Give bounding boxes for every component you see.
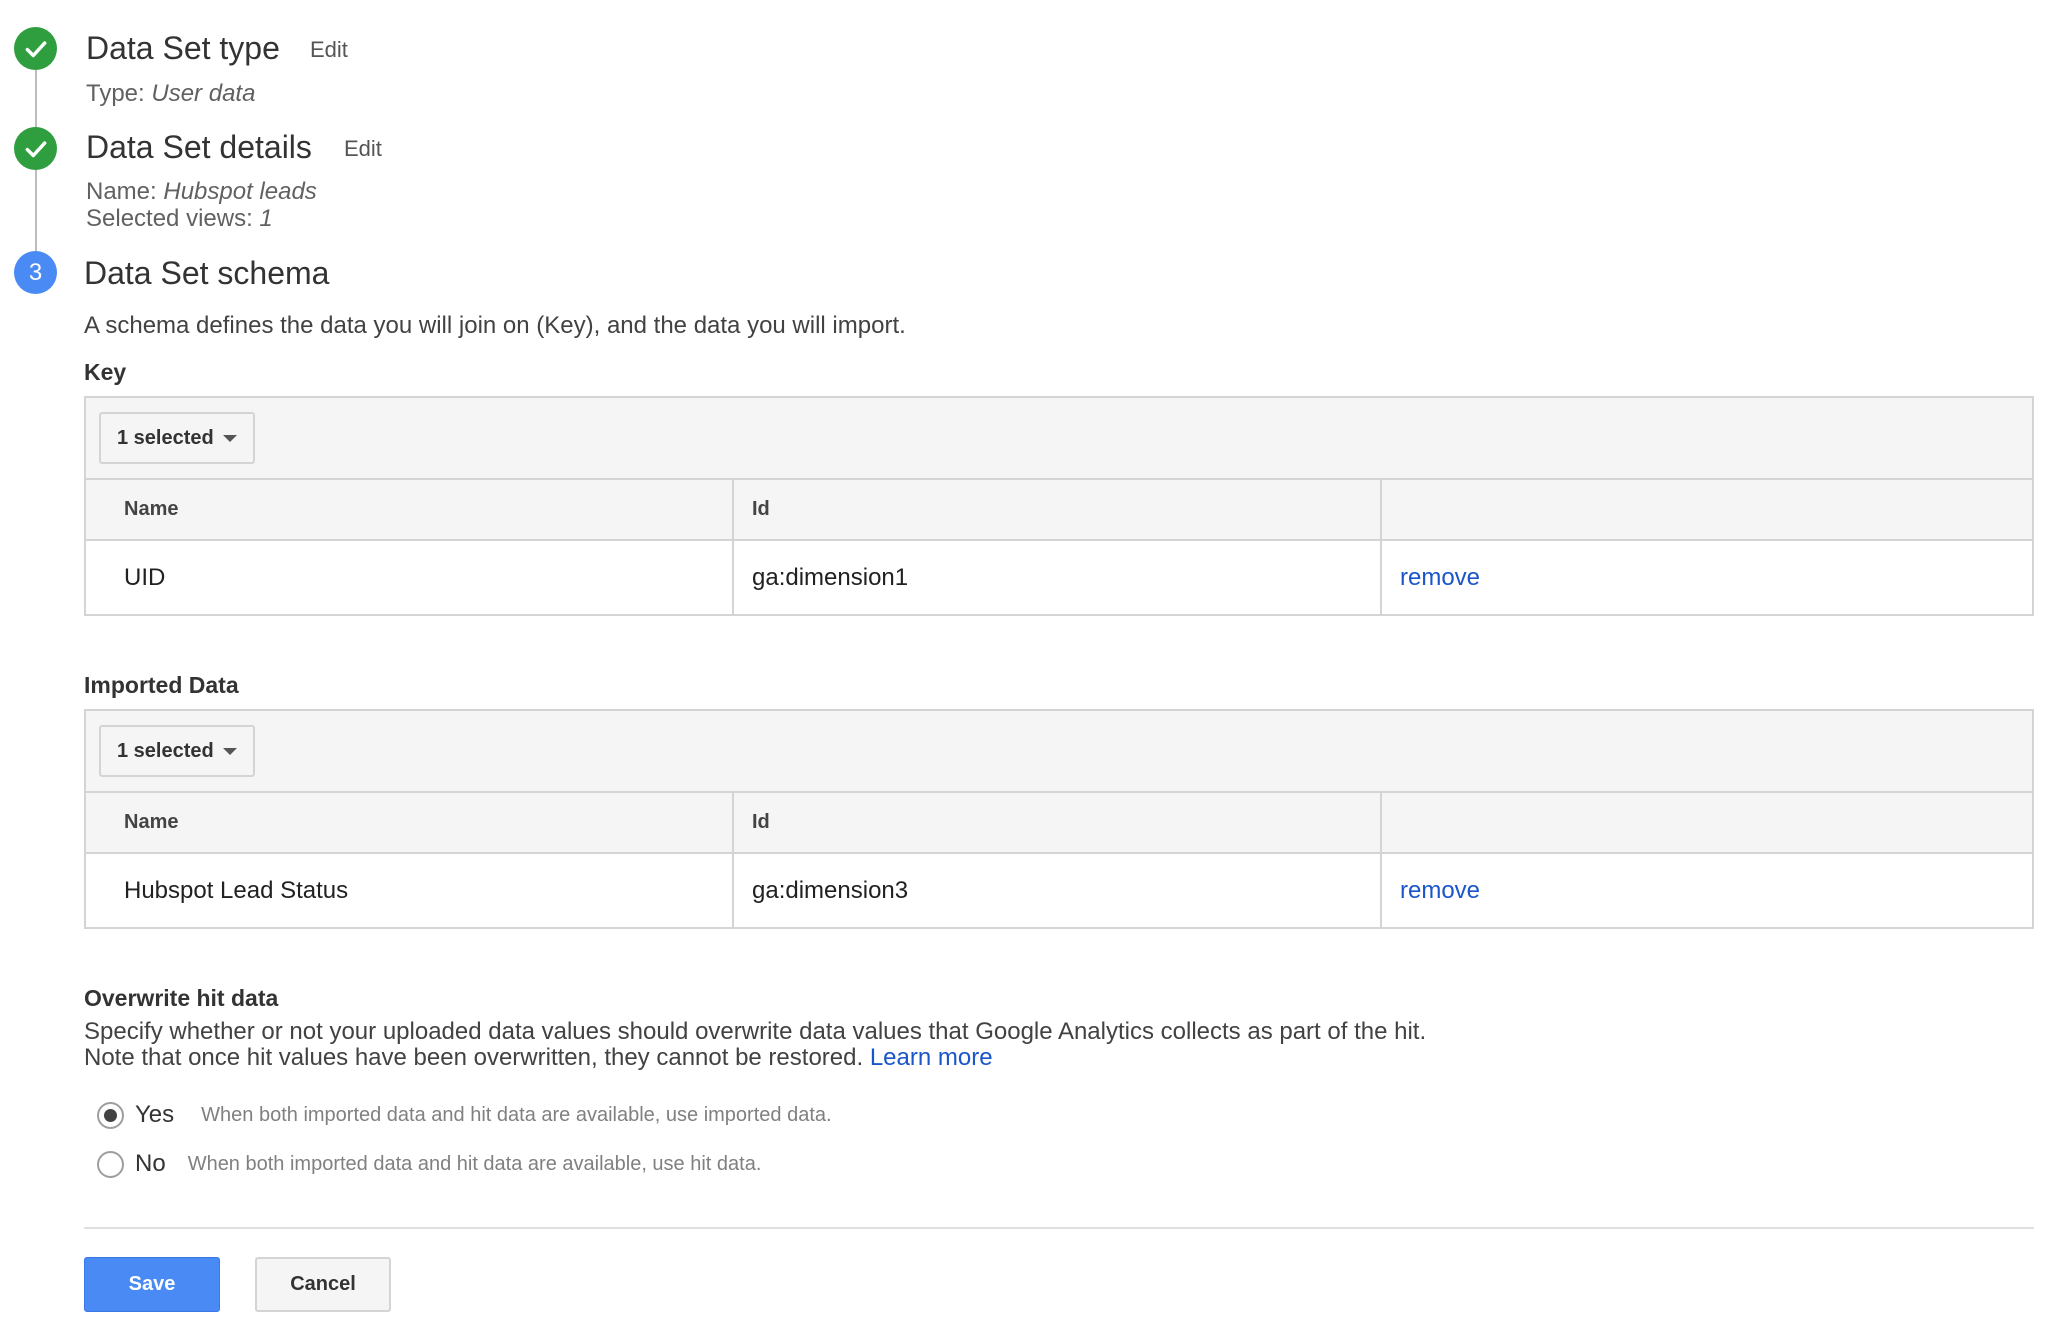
row-action-cell: remove xyxy=(1382,541,2032,614)
overwrite-description: Specify whether or not your uploaded dat… xyxy=(84,1019,1426,1071)
step-complete-icon xyxy=(14,27,57,70)
key-select-dropdown[interactable]: 1 selected xyxy=(99,412,255,464)
step-title-data-set-details: Data Set details xyxy=(86,129,312,165)
save-button[interactable]: Save xyxy=(84,1257,220,1312)
step-complete-icon xyxy=(14,127,57,170)
radio-help-text: When both imported data and hit data are… xyxy=(187,1152,762,1175)
overwrite-option-yes[interactable]: Yes When both imported data and hit data… xyxy=(97,1101,832,1129)
row-action-cell: remove xyxy=(1382,854,2032,927)
overwrite-option-no[interactable]: No When both imported data and hit data … xyxy=(97,1150,761,1178)
radio-help-text: When both imported data and hit data are… xyxy=(201,1103,832,1126)
imported-data-table: 1 selected Name Id Hubspot Lead Status g… xyxy=(84,709,2034,929)
stepper-connector xyxy=(35,70,37,128)
table-row: Hubspot Lead Status ga:dimension3 remove xyxy=(86,854,2032,927)
learn-more-link[interactable]: Learn more xyxy=(870,1044,993,1071)
summary-line: Name: Hubspot leads xyxy=(86,178,317,205)
key-table: 1 selected Name Id UID ga:dimension1 rem… xyxy=(84,396,2034,616)
summary-value: 1 xyxy=(259,205,273,232)
stepper-connector xyxy=(35,169,37,256)
column-header-name: Name xyxy=(86,480,734,539)
overwrite-description-line: Note that once hit values have been over… xyxy=(84,1045,1426,1071)
radio-yes[interactable] xyxy=(97,1101,124,1129)
checkmark-icon xyxy=(25,140,46,157)
table-header-row: Name Id xyxy=(86,480,2032,541)
row-name-cell: UID xyxy=(86,541,734,614)
summary-value: User data xyxy=(151,80,256,107)
column-header-name: Name xyxy=(86,793,734,852)
summary-value: Hubspot leads xyxy=(163,178,317,205)
edit-data-set-type-link[interactable]: Edit xyxy=(310,37,348,63)
step-title-data-set-schema: Data Set schema xyxy=(84,255,330,291)
chevron-down-icon xyxy=(223,748,237,755)
table-toolbar: 1 selected xyxy=(86,711,2032,793)
imported-data-section-label: Imported Data xyxy=(84,672,239,698)
table-header-row: Name Id xyxy=(86,793,2032,854)
column-header-action xyxy=(1382,480,2032,539)
summary-label: Type: xyxy=(86,80,145,107)
radio-label[interactable]: Yes xyxy=(135,1101,174,1129)
checkmark-icon xyxy=(25,40,46,57)
dropdown-label: 1 selected xyxy=(117,739,214,762)
step-title-data-set-type: Data Set type xyxy=(86,30,280,66)
column-header-action xyxy=(1382,793,2032,852)
schema-intro: A schema defines the data you will join … xyxy=(84,312,906,339)
overwrite-description-line: Specify whether or not your uploaded dat… xyxy=(84,1018,1427,1045)
summary-label: Selected views: xyxy=(86,205,253,232)
remove-key-link[interactable]: remove xyxy=(1400,564,1480,592)
step-number-badge: 3 xyxy=(14,251,57,294)
overwrite-section-label: Overwrite hit data xyxy=(84,985,279,1011)
column-header-id: Id xyxy=(734,480,1382,539)
overwrite-note: Note that once hit values have been over… xyxy=(84,1044,864,1071)
radio-no[interactable] xyxy=(97,1150,124,1178)
column-header-id: Id xyxy=(734,793,1382,852)
summary-label: Name: xyxy=(86,178,157,205)
row-id-cell: ga:dimension3 xyxy=(734,854,1382,927)
remove-imported-data-link[interactable]: remove xyxy=(1400,877,1480,905)
key-section-label: Key xyxy=(84,359,127,385)
row-id-cell: ga:dimension1 xyxy=(734,541,1382,614)
table-row: UID ga:dimension1 remove xyxy=(86,541,2032,614)
row-name-cell: Hubspot Lead Status xyxy=(86,854,734,927)
cancel-button[interactable]: Cancel xyxy=(255,1257,391,1312)
summary-line: Selected views: 1 xyxy=(86,205,317,232)
step-summary: Name: Hubspot leads Selected views: 1 xyxy=(86,178,317,232)
footer-divider xyxy=(84,1227,2034,1229)
radio-label[interactable]: No xyxy=(135,1150,166,1178)
chevron-down-icon xyxy=(223,435,237,442)
edit-data-set-details-link[interactable]: Edit xyxy=(344,136,382,162)
dropdown-label: 1 selected xyxy=(117,426,214,449)
step-summary: Type: User data xyxy=(86,80,255,107)
table-toolbar: 1 selected xyxy=(86,398,2032,480)
imported-data-select-dropdown[interactable]: 1 selected xyxy=(99,725,255,777)
